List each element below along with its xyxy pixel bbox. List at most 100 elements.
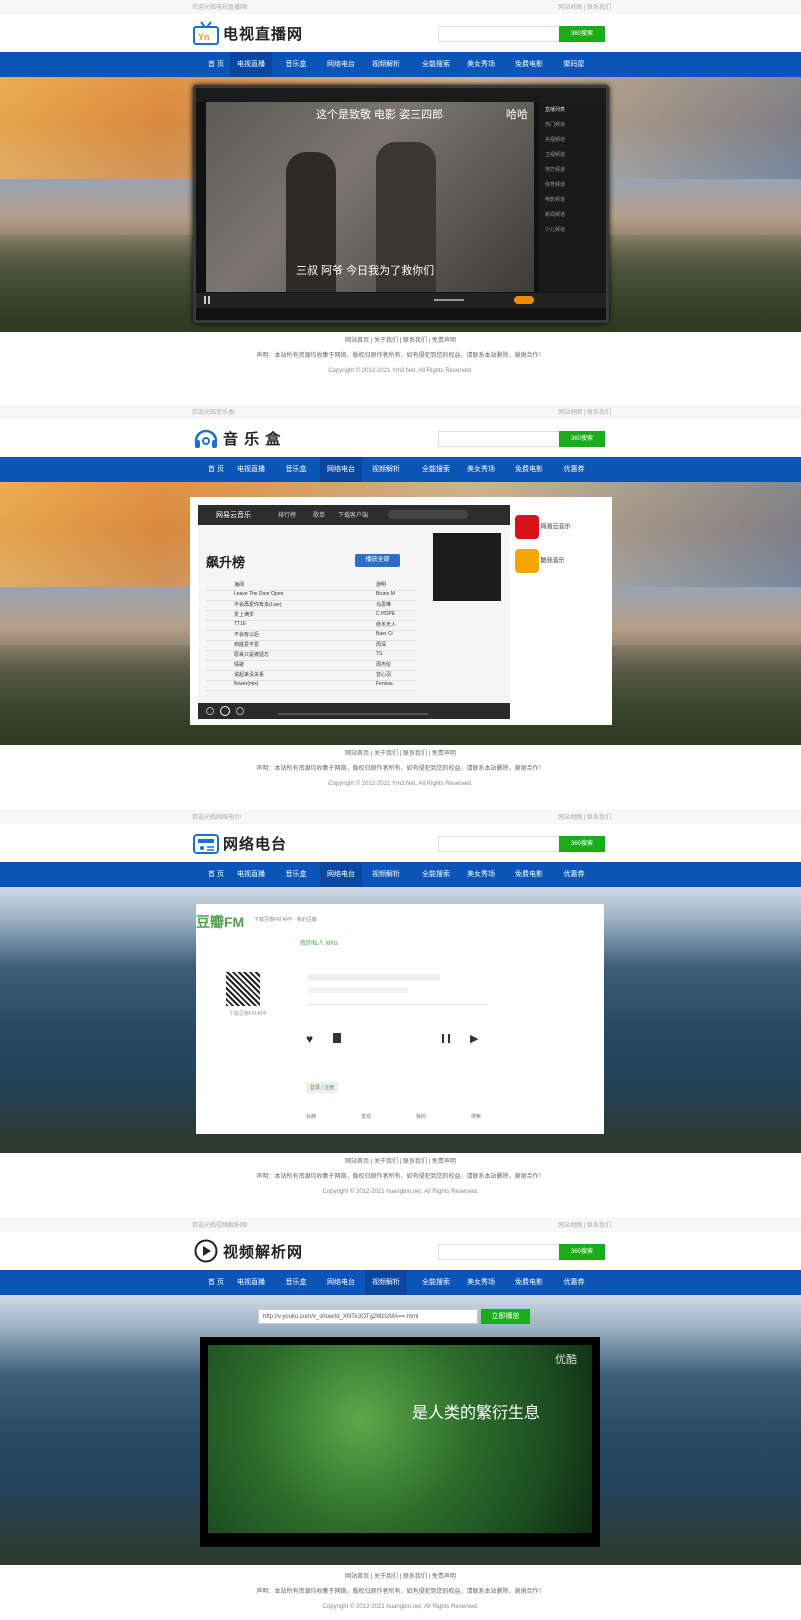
side-item[interactable]: 新闻频道 <box>539 207 606 222</box>
toggle-switch[interactable] <box>514 296 534 304</box>
play-all-button[interactable]: 播放全部 <box>355 554 400 567</box>
bottom-tab[interactable]: 我的 <box>416 1113 426 1120</box>
pause-icon[interactable] <box>204 296 210 304</box>
music-tab[interactable]: 排行榜 <box>278 510 296 519</box>
side-item[interactable]: 央视频道 <box>539 132 606 147</box>
top-links[interactable]: 网站地图 | 联系我们 <box>558 407 611 416</box>
next-icon[interactable]: ▶ <box>470 1032 478 1045</box>
trash-icon[interactable] <box>333 1033 341 1043</box>
search-button[interactable]: 360搜索 <box>559 431 605 447</box>
song-row[interactable]: 海阔 游明 <box>206 581 416 591</box>
song-row[interactable]: 不会有以后 Baer Ci <box>206 631 416 641</box>
video-player[interactable]: 这个是致敬 电影 姿三四郎 哈哈 三叔 阿爷 今日我为了救你们 直播列表 热门频… <box>193 85 609 323</box>
nav-radio[interactable]: 网络电台 <box>320 862 362 887</box>
nav-parse[interactable]: 视频解析 <box>365 1270 407 1295</box>
nav-tv[interactable]: 电视直播 <box>230 1270 272 1295</box>
video-content[interactable] <box>208 1345 592 1533</box>
nav-music[interactable]: 音乐盒 <box>275 862 317 887</box>
song-row[interactable]: TT16 结冬无人 <box>206 621 416 631</box>
search-input[interactable] <box>438 431 560 447</box>
song-row[interactable]: 到底爱不爱 周深 <box>206 641 416 651</box>
bottom-tab[interactable]: 发现 <box>361 1113 371 1120</box>
next-icon[interactable] <box>236 707 244 715</box>
progress-line[interactable] <box>308 1004 488 1005</box>
song-row[interactable]: flower(mix) Fenkaa <box>206 681 416 691</box>
logo[interactable]: Yn 电视直播网 <box>193 19 303 47</box>
pause-icon[interactable] <box>220 706 230 716</box>
nav-extra[interactable]: 聚码屋 <box>553 52 595 77</box>
side-item[interactable]: 体育频道 <box>539 177 606 192</box>
side-item[interactable]: 电影频道 <box>539 192 606 207</box>
footer-links[interactable]: 网站首页 | 关于我们 | 联系我们 | 免责声明 <box>0 1571 801 1580</box>
music-search-input[interactable] <box>388 510 468 519</box>
progress-bar[interactable] <box>278 713 428 715</box>
nav-movie[interactable]: 免费电影 <box>508 457 550 482</box>
prev-icon[interactable] <box>206 707 214 715</box>
video-frame[interactable]: 是人类的繁衍生息 优酷 <box>200 1337 600 1547</box>
song-row[interactable]: 爱上满岁 C.HOPE <box>206 611 416 621</box>
nav-music[interactable]: 音乐盒 <box>275 52 317 77</box>
parse-url-input[interactable]: http://v.youku.com/v_show/id_XNTk3OTg2Mz… <box>258 1309 478 1324</box>
pause-icon[interactable] <box>442 1034 450 1043</box>
nav-music[interactable]: 音乐盒 <box>275 457 317 482</box>
nav-search[interactable]: 全能搜索 <box>415 52 457 77</box>
heart-icon[interactable]: ♥ <box>306 1032 313 1046</box>
nav-extra[interactable]: 优惠券 <box>553 1270 595 1295</box>
nav-parse[interactable]: 视频解析 <box>365 457 407 482</box>
nav-music[interactable]: 音乐盒 <box>275 1270 317 1295</box>
footer-links[interactable]: 网站首页 | 关于我们 | 联系我们 | 免责声明 <box>0 748 801 757</box>
song-row[interactable]: 原来只是被遗忘 TS <box>206 651 416 661</box>
nav-show[interactable]: 美女秀场 <box>460 1270 502 1295</box>
side-app[interactable]: 网易云音乐 <box>515 515 571 539</box>
search-button[interactable]: 360搜索 <box>559 1244 605 1260</box>
nav-tv[interactable]: 电视直播 <box>230 862 272 887</box>
nav-radio[interactable]: 网络电台 <box>320 457 362 482</box>
volume-slider[interactable] <box>434 299 464 301</box>
bottom-tab[interactable]: 搜索 <box>471 1113 481 1120</box>
logo[interactable]: 网络电台 <box>193 829 287 857</box>
logo[interactable]: 音 乐 盒 <box>193 424 281 452</box>
music-tab[interactable]: 下载客户端 <box>338 510 368 519</box>
side-item[interactable]: 热门频道 <box>539 117 606 132</box>
song-row[interactable]: 不会再爱你有多(Live) 马思唯 <box>206 601 416 611</box>
song-row[interactable]: 说起来没关系 曾心羽 <box>206 671 416 681</box>
logo[interactable]: 视频解析网 <box>193 1237 303 1265</box>
fm-header-links[interactable]: 下载豆瓣FM APP · 我的豆瓣 <box>254 916 317 923</box>
nav-parse[interactable]: 视频解析 <box>365 52 407 77</box>
side-item[interactable]: 地方频道 <box>539 162 606 177</box>
channel-selector[interactable]: 我的私人 MHz <box>300 938 338 947</box>
search-button[interactable]: 360搜索 <box>559 26 605 42</box>
fm-logo[interactable]: 豆瓣FM <box>196 912 244 932</box>
side-item[interactable]: 少儿频道 <box>539 222 606 237</box>
nav-movie[interactable]: 免费电影 <box>508 862 550 887</box>
nav-parse[interactable]: 视频解析 <box>365 862 407 887</box>
parse-play-button[interactable]: 立即播放 <box>481 1309 530 1324</box>
footer-links[interactable]: 网站首页 | 关于我们 | 联系我们 | 免责声明 <box>0 335 801 344</box>
nav-extra[interactable]: 优惠券 <box>553 862 595 887</box>
top-links[interactable]: 网站地图 | 联系我们 <box>558 2 611 11</box>
nav-tv[interactable]: 电视直播 <box>230 52 272 77</box>
nav-show[interactable]: 美女秀场 <box>460 457 502 482</box>
song-row[interactable]: Leave The Door Open Bruno M <box>206 591 416 601</box>
search-input[interactable] <box>438 26 560 42</box>
top-links[interactable]: 网站地图 | 联系我们 <box>558 1220 611 1229</box>
side-item[interactable]: 卫视频道 <box>539 147 606 162</box>
search-button[interactable]: 360搜索 <box>559 836 605 852</box>
nav-radio[interactable]: 网络电台 <box>320 1270 362 1295</box>
footer-links[interactable]: 网站首页 | 关于我们 | 联系我们 | 免责声明 <box>0 1156 801 1165</box>
search-input[interactable] <box>438 836 560 852</box>
login-tip[interactable]: 登录 / 注册 <box>306 1082 339 1093</box>
song-row[interactable]: 情歌 周杰伦 <box>206 661 416 671</box>
nav-search[interactable]: 全能搜索 <box>415 1270 457 1295</box>
music-tab[interactable]: 歌单 <box>313 510 325 519</box>
nav-show[interactable]: 美女秀场 <box>460 52 502 77</box>
nav-movie[interactable]: 免费电影 <box>508 1270 550 1295</box>
nav-search[interactable]: 全能搜索 <box>415 862 457 887</box>
top-links[interactable]: 网站地图 | 联系我们 <box>558 812 611 821</box>
side-app[interactable]: 酷我音乐 <box>515 549 565 573</box>
nav-radio[interactable]: 网络电台 <box>320 52 362 77</box>
nav-show[interactable]: 美女秀场 <box>460 862 502 887</box>
nav-extra[interactable]: 优惠券 <box>553 457 595 482</box>
nav-search[interactable]: 全能搜索 <box>415 457 457 482</box>
search-input[interactable] <box>438 1244 560 1260</box>
